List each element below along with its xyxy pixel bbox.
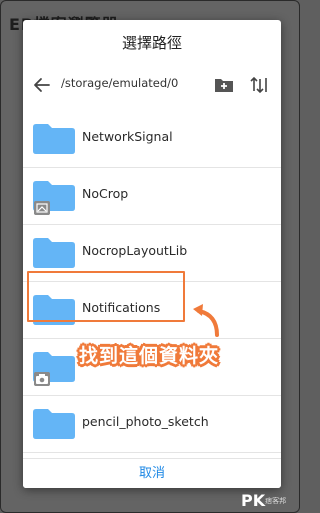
watermark-sub: 痞客邦 [265,497,287,505]
folder-icon [33,124,75,154]
folder-name: NocropLayoutLib [82,243,188,258]
dialog-title: 選擇路徑 [121,34,182,52]
path-bar: /storage/emulated/0 [23,66,281,104]
folder-row-nocrop[interactable]: NoCrop [23,168,281,225]
new-folder-button[interactable] [213,74,235,96]
watermark-logo: PK痞客邦 [241,491,286,510]
choose-path-dialog: 選擇路徑 /storage/emulated/0 NetworkSignal N… [23,20,281,488]
folder-icon [33,238,75,268]
folder-name: NoCrop [82,186,129,201]
image-icon [34,201,50,215]
camera-icon [34,372,50,386]
annotation-text: 找到這個資料夾 [79,345,220,367]
cancel-button[interactable]: 取消 [23,459,281,488]
arrow-left-icon [34,78,50,92]
folder-row-networksignal[interactable]: NetworkSignal [23,111,281,168]
sort-icon [250,76,267,94]
create-new-folder-icon [215,79,233,92]
current-path: /storage/emulated/0 [61,76,179,90]
folder-row-pencil-photo-sketch[interactable]: pencil_photo_sketch [23,396,281,453]
curved-arrow-icon [193,304,219,337]
back-button[interactable] [31,74,53,96]
highlight-box [27,271,185,322]
sort-button[interactable] [249,74,271,96]
folder-icon [33,409,75,439]
folder-name: pencil_photo_sketch [82,414,209,429]
watermark-brand: PK [241,491,266,510]
dialog-footer: 取消 [23,458,281,488]
folder-name: NetworkSignal [82,129,173,144]
screen-frame: EP檔案瀏覽器 選擇路徑 /storage/emulated/0 [0,0,300,513]
